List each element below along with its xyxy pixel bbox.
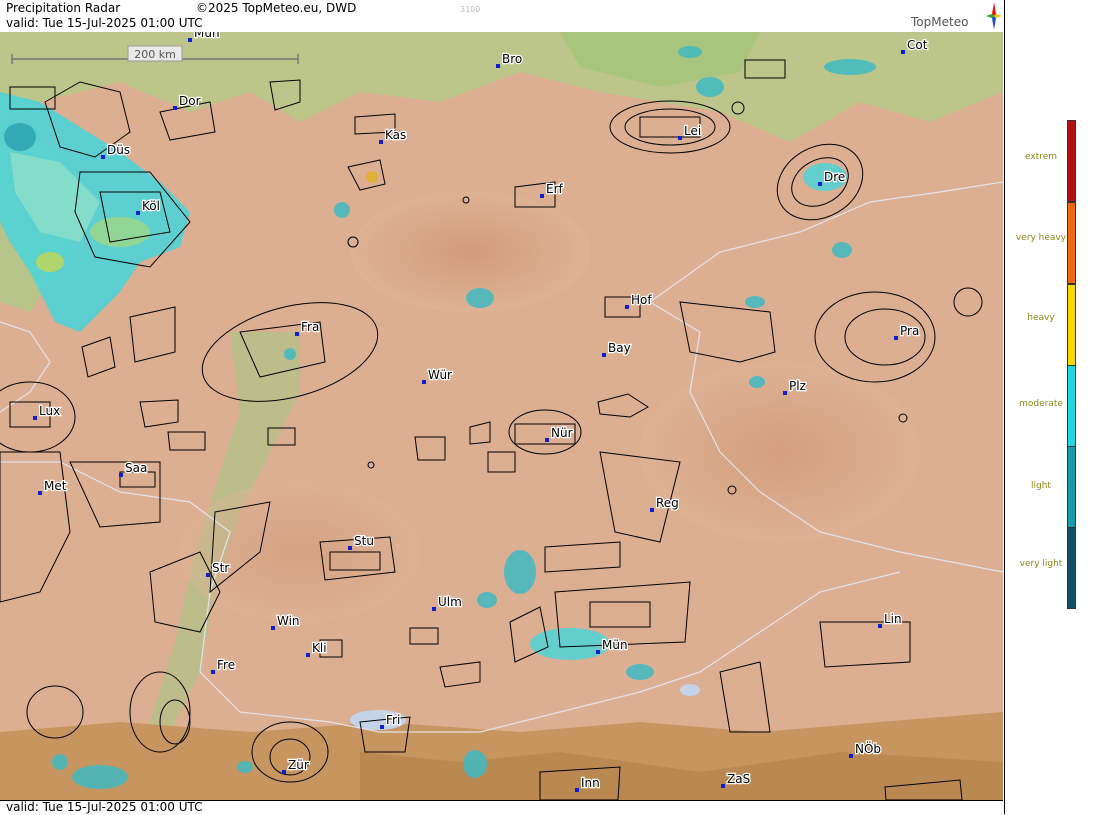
city-dot	[282, 770, 286, 774]
city-dot	[650, 508, 654, 512]
city-dot	[295, 332, 299, 336]
footer-valid-time: valid: Tue 15-Jul-2025 01:00 UTC	[6, 800, 203, 814]
copyright-text: ©2025 TopMeteo.eu, DWD	[196, 1, 357, 15]
city-label: Met	[44, 479, 67, 493]
city-dot	[783, 391, 787, 395]
city-label: Lux	[39, 404, 60, 418]
city-dot	[422, 380, 426, 384]
city-label: Hof	[631, 293, 652, 307]
legend-bar-segment	[1067, 365, 1076, 447]
city-label: Cot	[907, 38, 928, 52]
city-dot	[379, 140, 383, 144]
city-label: Win	[277, 614, 300, 628]
city-label: Kas	[385, 128, 406, 142]
city-label: Saa	[125, 461, 147, 475]
city-label: NÖb	[855, 740, 881, 756]
city-label: Kli	[312, 641, 327, 655]
city-dot	[38, 491, 42, 495]
city-label: Fre	[217, 658, 235, 672]
city-label: Wür	[428, 368, 452, 382]
city-dot	[678, 136, 682, 140]
city-dot	[625, 305, 629, 309]
city-dot	[432, 607, 436, 611]
city-label: ZaS	[727, 772, 750, 786]
legend-bar-segment	[1067, 202, 1076, 284]
city-dot	[101, 155, 105, 159]
city-dot	[188, 38, 192, 42]
map-code: 3100	[460, 5, 481, 14]
map-title: Precipitation Radar	[6, 1, 121, 15]
city-label: Dre	[824, 170, 845, 184]
city-label: Fra	[301, 320, 319, 334]
scale-label: 200 km	[134, 48, 176, 61]
city-dot	[878, 624, 882, 628]
city-label: Bay	[608, 341, 631, 355]
city-label: Köl	[142, 199, 160, 213]
city-label: Erf	[546, 182, 564, 196]
city-dot	[206, 573, 210, 577]
city-dot	[575, 788, 579, 792]
city-dot	[721, 784, 725, 788]
city-dot	[173, 106, 177, 110]
city-dot	[271, 626, 275, 630]
city-label: Düs	[107, 143, 130, 157]
city-label: Mün	[194, 32, 220, 40]
city-label: Bro	[502, 52, 522, 66]
city-label: Lei	[684, 124, 701, 138]
city-label: Fri	[386, 713, 400, 727]
city-dot	[348, 546, 352, 550]
city-dot	[380, 725, 384, 729]
city-dot	[849, 754, 853, 758]
city-dot	[894, 336, 898, 340]
city-label: Zür	[288, 758, 309, 772]
city-label: Inn	[581, 776, 600, 790]
legend-bar-segment	[1067, 120, 1076, 202]
city-dot	[545, 438, 549, 442]
compass-star-icon	[986, 2, 1002, 30]
city-dot	[596, 650, 600, 654]
footer-bar: valid: Tue 15-Jul-2025 01:00 UTC	[0, 800, 1003, 815]
header-bar: Precipitation Radar valid: Tue 15-Jul-20…	[0, 0, 1003, 33]
city-label: Plz	[789, 379, 806, 393]
legend-bar-segment	[1067, 284, 1076, 366]
city-dot	[818, 182, 822, 186]
city-label: Reg	[656, 496, 679, 510]
valid-time: valid: Tue 15-Jul-2025 01:00 UTC	[6, 16, 203, 30]
city-label: Dor	[179, 94, 201, 108]
city-dot	[496, 64, 500, 68]
map-canvas: 200 km Mün Bro Cot Dor Kas Lei Düs Dre Erf Köl Hof…	[0, 32, 1003, 800]
city-dot	[211, 670, 215, 674]
city-dot	[136, 211, 140, 215]
city-label: Mün	[602, 638, 628, 652]
city-label: Str	[212, 561, 229, 575]
topmeteo-logo[interactable]: TopMeteo	[908, 2, 1003, 32]
precipitation-legend: extrem very heavy heavy moderate light v…	[1004, 0, 1095, 814]
city-label: Stu	[354, 534, 374, 548]
city-dot	[602, 353, 606, 357]
logo-text: TopMeteo	[911, 15, 969, 29]
city-label: Lin	[884, 612, 902, 626]
radar-map[interactable]: 200 km Mün Bro Cot Dor Kas Lei Düs Dre Erf Köl Hof…	[0, 32, 1003, 800]
city-dot	[119, 473, 123, 477]
city-label: Nür	[551, 426, 573, 440]
legend-bar-segment	[1067, 527, 1076, 609]
city-dot	[540, 194, 544, 198]
city-dot	[33, 416, 37, 420]
city-dot	[901, 50, 905, 54]
legend-bar-segment	[1067, 446, 1076, 528]
city-label: Ulm	[438, 595, 462, 609]
city-label: Pra	[900, 324, 919, 338]
city-dot	[306, 653, 310, 657]
